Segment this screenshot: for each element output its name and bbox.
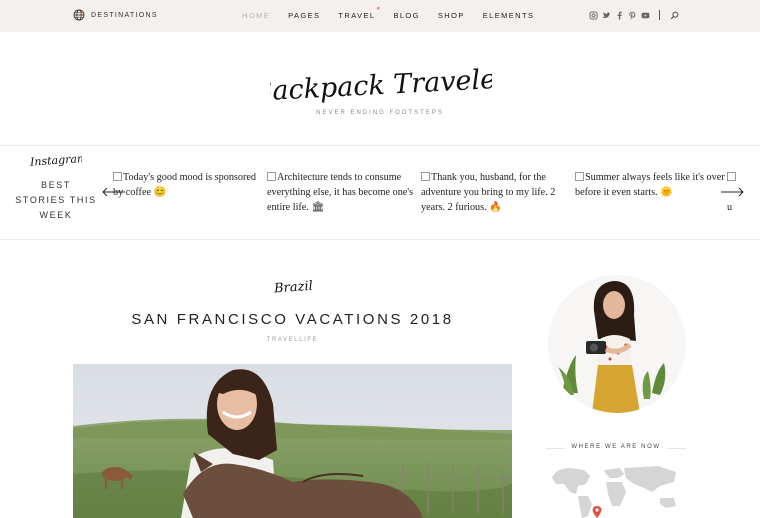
globe-icon bbox=[73, 9, 85, 21]
travel-star-badge: * bbox=[376, 5, 382, 15]
logo-text: Backpack Traveler bbox=[270, 63, 492, 108]
facebook-icon[interactable] bbox=[615, 11, 624, 20]
topbar-divider bbox=[659, 10, 660, 20]
site-tagline: NEVER ENDING FOOTSTEPS bbox=[316, 110, 444, 116]
header-divider bbox=[0, 145, 760, 146]
smile-emoji-icon: 😊 bbox=[153, 187, 167, 198]
pinterest-icon[interactable] bbox=[628, 11, 637, 20]
instagram-icon[interactable] bbox=[589, 10, 598, 20]
fire-emoji-icon: 🔥 bbox=[489, 202, 502, 213]
nav-item-elements[interactable]: ELEMENTS bbox=[483, 11, 535, 20]
where-we-are-title: WHERE WE ARE NOW bbox=[546, 444, 686, 450]
instagram-subtitle-line: WEEK bbox=[39, 210, 73, 220]
youtube-icon[interactable] bbox=[641, 11, 650, 20]
carousel-next-arrow-icon[interactable] bbox=[720, 187, 744, 197]
destinations-link[interactable]: DESTINATIONS bbox=[73, 9, 158, 21]
post-category-script-text: Brazil bbox=[273, 279, 314, 297]
post-caption: Summer always feels like it's over befor… bbox=[575, 172, 725, 198]
post-category-script[interactable]: Brazil bbox=[270, 274, 320, 298]
location-pin-icon bbox=[592, 506, 602, 518]
instagram-post[interactable]: Summer always feels like it's over befor… bbox=[575, 170, 725, 200]
post-image-placeholder bbox=[421, 172, 430, 181]
top-bar: DESTINATIONS HOME PAGES TRAVEL * BLOG SHO… bbox=[0, 0, 760, 32]
world-map-graphic bbox=[552, 466, 676, 518]
destinations-label: DESTINATIONS bbox=[91, 11, 158, 19]
post-caption: Today's good mood is sponsored by coffee bbox=[113, 172, 256, 198]
instagram-subtitle: BEST STORIES THIS WEEK bbox=[14, 178, 98, 223]
post-image-placeholder bbox=[267, 172, 276, 181]
logo-graphic: Backpack Traveler bbox=[270, 63, 492, 108]
instagram-post[interactable]: Today's good mood is sponsored by coffee… bbox=[113, 170, 265, 200]
hero-photo bbox=[73, 364, 512, 518]
sun-emoji-icon: 🌞 bbox=[660, 187, 673, 198]
post-image-placeholder bbox=[575, 172, 584, 181]
instagram-subtitle-line: BEST bbox=[41, 180, 71, 190]
nav-item-blog[interactable]: BLOG bbox=[393, 11, 419, 20]
nav-item-pages[interactable]: PAGES bbox=[288, 11, 320, 20]
where-we-are-label: WHERE WE ARE NOW bbox=[565, 444, 667, 450]
instagram-post[interactable]: Thank you, husband, for the adventure yo… bbox=[421, 170, 573, 215]
post-featured-image[interactable] bbox=[73, 364, 512, 518]
building-emoji-icon: 🏛 bbox=[311, 202, 325, 213]
instagram-title: Instagram bbox=[29, 152, 82, 169]
nav-item-travel-label: TRAVEL bbox=[338, 11, 376, 20]
post-title[interactable]: SAN FRANCISCO VACATIONS 2018 bbox=[73, 311, 512, 328]
post-caption-fragment: u bbox=[727, 202, 733, 213]
author-photo bbox=[548, 275, 686, 413]
instagram-subtitle-line: STORIES THIS bbox=[15, 195, 97, 205]
nav-item-shop[interactable]: SHOP bbox=[438, 11, 465, 20]
twitter-icon[interactable] bbox=[602, 11, 611, 20]
instagram-post[interactable]: Architecture tends to consume everything… bbox=[267, 170, 419, 215]
nav-item-travel[interactable]: TRAVEL * bbox=[338, 6, 380, 21]
instagram-title-text: Instagram bbox=[29, 152, 82, 169]
world-map[interactable] bbox=[548, 462, 686, 518]
post-image-placeholder bbox=[727, 172, 736, 181]
social-links bbox=[589, 10, 679, 20]
instagram-divider bbox=[0, 239, 760, 240]
post-category[interactable]: TRAVELLIFE bbox=[73, 337, 512, 343]
post-caption: Architecture tends to consume everything… bbox=[267, 172, 414, 213]
nav-item-home[interactable]: HOME bbox=[242, 11, 270, 20]
author-avatar[interactable] bbox=[548, 275, 686, 413]
main-nav: HOME PAGES TRAVEL * BLOG SHOP ELEMENTS bbox=[242, 6, 552, 21]
search-icon[interactable] bbox=[670, 11, 679, 20]
post-image-placeholder bbox=[113, 172, 122, 181]
